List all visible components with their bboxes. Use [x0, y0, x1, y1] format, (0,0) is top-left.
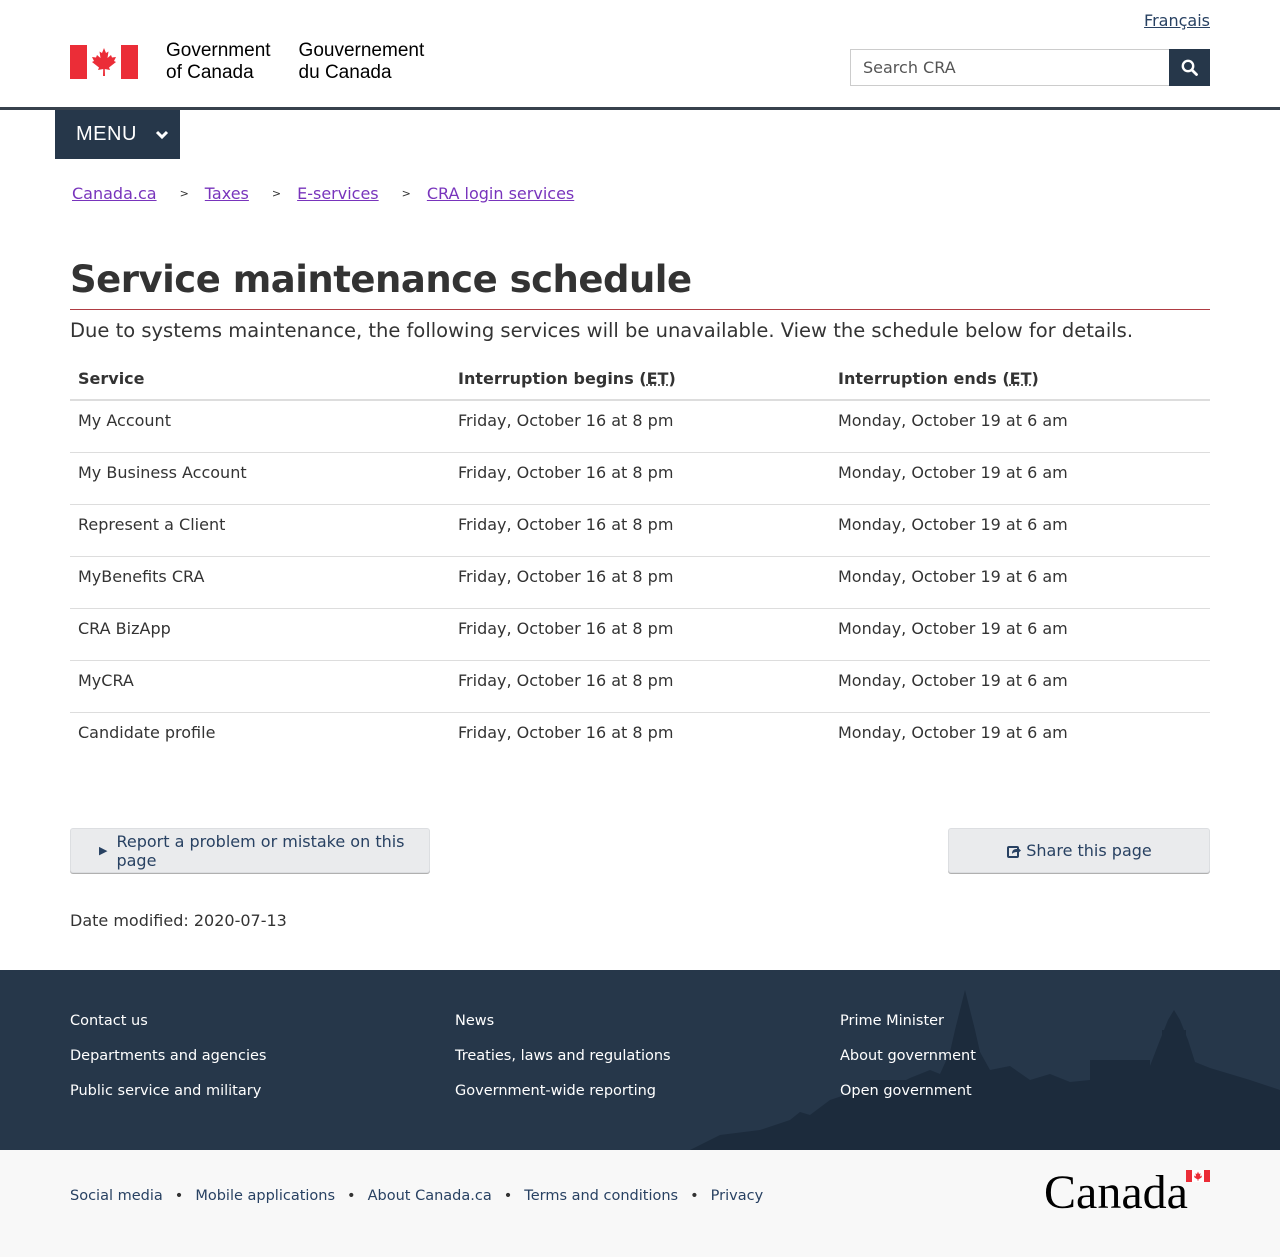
date-modified-label: Date modified: — [70, 911, 189, 930]
canada-wordmark-logo: Canada — [1044, 1168, 1210, 1212]
sub-link-about-canada[interactable]: About Canada.ca — [368, 1188, 492, 1204]
table-header-row: Service Interruption begins (ET) Interru… — [70, 358, 1210, 401]
signature-english: Government of Canada — [166, 40, 271, 83]
cell-service: MyBenefits CRA — [70, 556, 450, 609]
search-button[interactable] — [1169, 49, 1210, 86]
cell-begins: Friday, October 16 at 8 pm — [458, 722, 674, 742]
footer-link-public-service[interactable]: Public service and military — [70, 1074, 266, 1109]
sub-footer: Social media • Mobile applications • Abo… — [0, 1150, 1280, 1257]
breadcrumb-canada[interactable]: Canada.ca — [72, 184, 157, 203]
sub-link-social-media[interactable]: Social media — [70, 1188, 163, 1204]
footer-link-about-government[interactable]: About government — [840, 1039, 976, 1074]
table-row: My Business Account Friday, October 16 a… — [70, 452, 1210, 505]
sub-link-privacy[interactable]: Privacy — [711, 1188, 764, 1204]
cell-ends: Monday, October 19 at 6 am — [830, 556, 1210, 609]
footer-column-1: Contact us Departments and agencies Publ… — [70, 1004, 266, 1109]
cell-service: Candidate profile — [78, 722, 216, 742]
cell-service: My Account — [70, 400, 450, 453]
footer-link-prime-minister[interactable]: Prime Minister — [840, 1004, 976, 1039]
footer-column-2: News Treaties, laws and regulations Gove… — [455, 1004, 671, 1109]
header-begins: Interruption begins (ET) — [450, 358, 830, 401]
breadcrumb-separator: > — [179, 187, 189, 200]
cell-ends: Monday, October 19 at 6 am — [838, 722, 1068, 742]
cell-ends: Monday, October 19 at 6 am — [830, 400, 1210, 453]
footer-link-treaties[interactable]: Treaties, laws and regulations — [455, 1039, 671, 1074]
et-abbr: ET — [646, 369, 669, 388]
footer-column-3: Prime Minister About government Open gov… — [840, 1004, 976, 1109]
cell-ends: Monday, October 19 at 6 am — [830, 660, 1210, 713]
breadcrumb: Canada.ca > Taxes > E-services > CRA log… — [72, 184, 574, 203]
intro-text: Due to systems maintenance, the followin… — [70, 319, 1134, 342]
footer-link-contact[interactable]: Contact us — [70, 1004, 266, 1039]
breadcrumb-separator: > — [401, 187, 411, 200]
table-row: My Account Friday, October 16 at 8 pm Mo… — [70, 400, 1210, 453]
footer-link-reporting[interactable]: Government-wide reporting — [455, 1074, 671, 1109]
search-form — [850, 49, 1210, 86]
triangle-right-icon: ▶ — [99, 844, 108, 857]
site-header: Français Government of Canada Gouverneme… — [0, 0, 1280, 110]
footer-link-news[interactable]: News — [455, 1004, 671, 1039]
page-title: Service maintenance schedule — [70, 258, 1210, 310]
chevron-down-icon — [155, 130, 169, 140]
cell-service: My Business Account — [70, 452, 450, 505]
government-signature[interactable]: Government of Canada Gouvernement du Can… — [70, 40, 424, 84]
table-row: MyCRA Friday, October 16 at 8 pm Monday,… — [70, 660, 1210, 713]
footer-link-departments[interactable]: Departments and agencies — [70, 1039, 266, 1074]
table-row: Represent a Client Friday, October 16 at… — [70, 504, 1210, 557]
menu-label: MENU — [76, 123, 137, 145]
cell-ends: Monday, October 19 at 6 am — [830, 608, 1210, 661]
cell-begins: Friday, October 16 at 8 pm — [450, 504, 830, 557]
cell-begins: Friday, October 16 at 8 pm — [450, 660, 830, 713]
table-row: Candidate profile Friday, October 16 at … — [70, 712, 1210, 764]
footer-link-open-government[interactable]: Open government — [840, 1074, 976, 1109]
cell-service: Represent a Client — [70, 504, 450, 557]
language-toggle-link[interactable]: Français — [1144, 11, 1210, 30]
date-modified: Date modified: 2020-07-13 — [70, 911, 287, 930]
cell-begins: Friday, October 16 at 8 pm — [450, 608, 830, 661]
cell-service: CRA BizApp — [70, 608, 450, 661]
sub-footer-links: Social media • Mobile applications • Abo… — [70, 1188, 764, 1204]
table-row: MyBenefits CRA Friday, October 16 at 8 p… — [70, 556, 1210, 609]
breadcrumb-separator: > — [271, 187, 282, 200]
report-problem-label: Report a problem or mistake on this page — [116, 831, 405, 870]
cell-begins: Friday, October 16 at 8 pm — [450, 556, 830, 609]
report-problem-button[interactable]: ▶ Report a problem or mistake on this pa… — [70, 828, 430, 873]
cell-service: MyCRA — [70, 660, 450, 713]
breadcrumb-cra-login[interactable]: CRA login services — [427, 184, 574, 203]
table-row: CRA BizApp Friday, October 16 at 8 pm Mo… — [70, 608, 1210, 661]
signature-french: Gouvernement du Canada — [298, 40, 425, 83]
search-input[interactable] — [850, 49, 1169, 86]
svg-text:Canada: Canada — [1044, 1168, 1188, 1212]
cell-ends: Monday, October 19 at 6 am — [830, 504, 1210, 557]
breadcrumb-taxes[interactable]: Taxes — [205, 184, 249, 203]
canada-flag-icon — [70, 45, 138, 79]
sub-link-terms[interactable]: Terms and conditions — [524, 1188, 678, 1204]
share-page-button[interactable]: Share this page — [948, 828, 1210, 873]
cell-begins: Friday, October 16 at 8 pm — [450, 452, 830, 505]
share-icon — [1007, 845, 1022, 858]
breadcrumb-eservices[interactable]: E-services — [297, 184, 379, 203]
maple-leaf-icon — [92, 48, 116, 76]
header-service: Service — [70, 358, 450, 401]
menu-button[interactable]: MENU — [55, 110, 180, 159]
cell-ends: Monday, October 19 at 6 am — [830, 452, 1210, 505]
parliament-landscape-image — [690, 990, 1280, 1150]
share-page-label: Share this page — [1026, 841, 1152, 860]
main-footer: Contact us Departments and agencies Publ… — [0, 970, 1280, 1150]
search-icon — [1181, 59, 1198, 76]
maintenance-schedule-table: Service Interruption begins (ET) Interru… — [70, 358, 1210, 764]
cell-begins: Friday, October 16 at 8 pm — [450, 400, 830, 453]
header-ends: Interruption ends (ET) — [830, 358, 1210, 401]
date-modified-value: 2020-07-13 — [193, 911, 287, 930]
et-abbr: ET — [1009, 369, 1032, 388]
sub-link-mobile-apps[interactable]: Mobile applications — [195, 1188, 335, 1204]
